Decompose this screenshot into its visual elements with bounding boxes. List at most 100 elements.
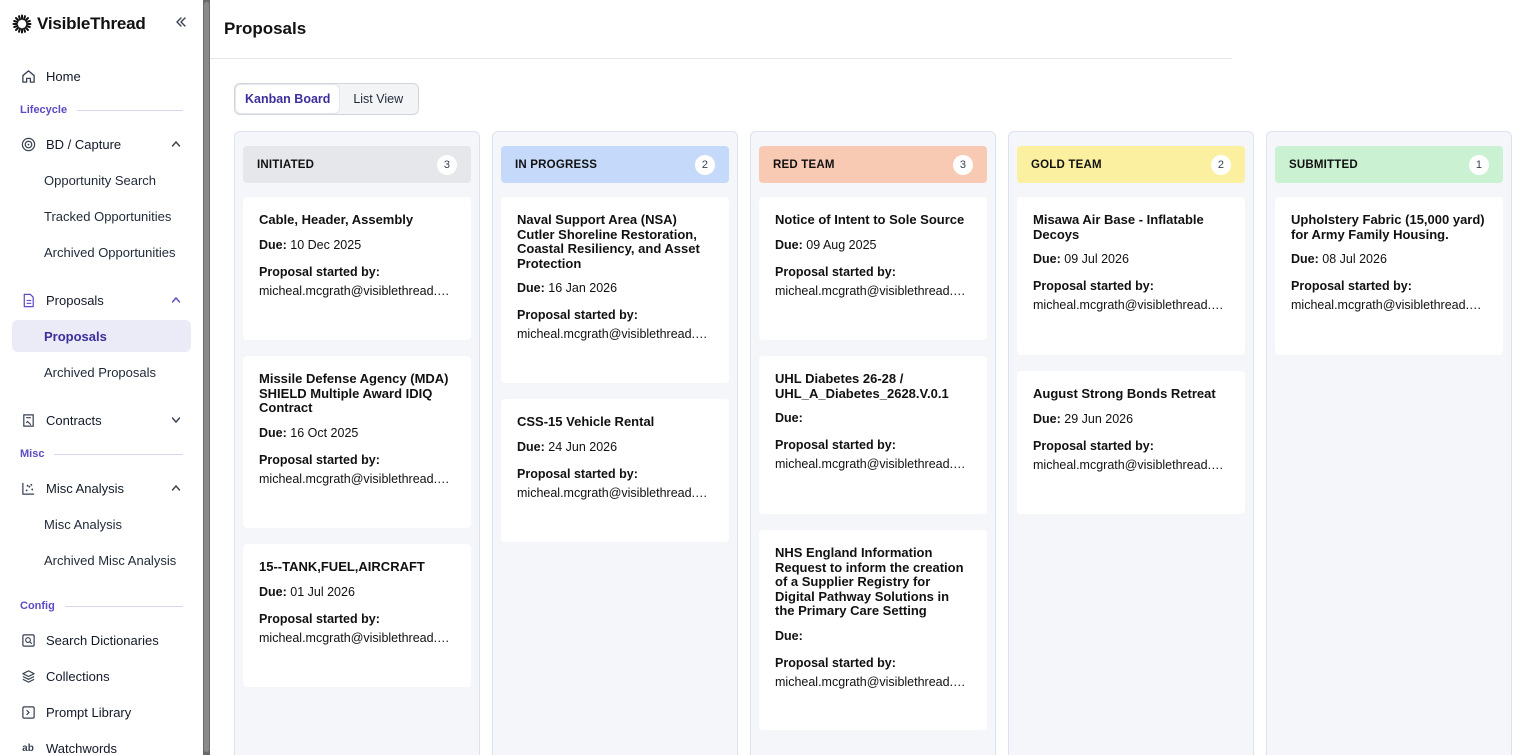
- proposal-card[interactable]: CSS-15 Vehicle Rental Due: 24 Jun 2026 P…: [501, 399, 729, 542]
- kanban-column-submitted: SUBMITTED 1 Upholstery Fabric (15,000 ya…: [1266, 131, 1512, 755]
- column-title: RED TEAM: [773, 158, 835, 171]
- card-title: Cable, Header, Assembly: [259, 212, 414, 227]
- document-icon: [20, 292, 36, 308]
- nav-archived-misc-analysis[interactable]: Archived Misc Analysis: [12, 544, 191, 576]
- chevron-up-icon[interactable]: [171, 295, 181, 305]
- section-lifecycle: Lifecycle: [20, 103, 183, 117]
- nav-search-dictionaries-label: Search Dictionaries: [46, 632, 159, 648]
- view-toggle: Kanban Board List View: [234, 83, 419, 115]
- logo-row: VisibleThread: [12, 12, 191, 36]
- dictionary-icon: [20, 632, 36, 648]
- sidebar-scrollbar[interactable]: [203, 0, 210, 755]
- due-date: 09 Jul 2026: [1064, 252, 1129, 266]
- card-due: Due: 10 Dec 2025: [259, 238, 455, 252]
- started-by-label: Proposal started by:: [259, 611, 380, 626]
- card-title: CSS-15 Vehicle Rental: [517, 414, 655, 429]
- nav-watchwords[interactable]: ab Watchwords: [12, 732, 191, 755]
- started-by-label: Proposal started by:: [1291, 279, 1412, 293]
- nav-bd-capture[interactable]: BD / Capture: [12, 128, 191, 160]
- started-by-label: Proposal started by:: [517, 466, 638, 481]
- ab-text-icon: ab: [22, 742, 34, 754]
- card-title: Misawa Air Base - Inflatable Decoys: [1033, 212, 1204, 242]
- nav-contracts[interactable]: Contracts: [12, 404, 191, 436]
- card-due: Due: 08 Jul 2026: [1291, 252, 1487, 266]
- column-header: INITIATED 3: [243, 146, 471, 183]
- nav-tracked-opportunities[interactable]: Tracked Opportunities: [12, 200, 191, 232]
- column-header: SUBMITTED 1: [1275, 146, 1503, 183]
- section-divider: [64, 605, 183, 607]
- started-by-label: Proposal started by:: [259, 452, 380, 467]
- due-date: 09 Aug 2025: [806, 237, 877, 252]
- proposal-card[interactable]: Missile Defense Agency (MDA) SHIELD Mult…: [243, 356, 471, 528]
- kanban-column-in-progress: IN PROGRESS 2 Naval Support Area (NSA) C…: [492, 131, 738, 755]
- due-label: Due:: [775, 237, 803, 252]
- scrollbar-thumb[interactable]: [204, 2, 209, 752]
- nav-search-dictionaries[interactable]: Search Dictionaries: [12, 624, 191, 656]
- due-label: Due:: [1033, 252, 1061, 266]
- nav-opportunity-search[interactable]: Opportunity Search: [12, 164, 191, 196]
- proposal-card[interactable]: Cable, Header, Assembly Due: 10 Dec 2025…: [243, 197, 471, 340]
- column-count-badge: 2: [695, 154, 715, 175]
- contract-icon: [20, 412, 36, 428]
- started-by-label: Proposal started by:: [259, 264, 380, 279]
- card-due: Due: 09 Jul 2026: [1033, 252, 1229, 266]
- started-by-label: Proposal started by:: [517, 308, 638, 322]
- proposal-card[interactable]: NHS England Information Request to infor…: [759, 530, 987, 730]
- due-label: Due:: [1033, 411, 1061, 426]
- proposal-card[interactable]: August Strong Bonds Retreat Due: 29 Jun …: [1017, 371, 1245, 514]
- due-date: 16 Jan 2026: [548, 281, 618, 295]
- card-due: Due: 16 Oct 2025: [259, 426, 455, 440]
- double-chevron-left-icon[interactable]: [171, 15, 191, 33]
- section-config-label: Config: [20, 600, 55, 612]
- nav-home-label: Home: [46, 68, 81, 84]
- started-by-email: micheal.mcgrath@visiblethread.com: [1291, 298, 1487, 312]
- card-due: Due:: [775, 411, 971, 425]
- proposal-card[interactable]: Upholstery Fabric (15,000 yard) for Army…: [1275, 197, 1503, 355]
- started-by-email: micheal.mcgrath@visiblethread.com: [259, 630, 455, 645]
- due-label: Due:: [517, 281, 545, 295]
- nav-archived-opportunities[interactable]: Archived Opportunities: [12, 236, 191, 268]
- nav-prompt-library[interactable]: Prompt Library: [12, 696, 191, 728]
- due-date: 10 Dec 2025: [290, 237, 362, 252]
- column-header: GOLD TEAM 2: [1017, 146, 1245, 183]
- proposal-card[interactable]: Naval Support Area (NSA) Cutler Shorelin…: [501, 197, 729, 383]
- column-title: INITIATED: [257, 158, 315, 171]
- kanban-board-tab[interactable]: Kanban Board: [236, 85, 340, 113]
- list-view-tab[interactable]: List View: [339, 85, 417, 113]
- card-title: Missile Defense Agency (MDA) SHIELD Mult…: [259, 371, 449, 415]
- prompt-icon: [20, 704, 36, 720]
- kanban-column-red-team: RED TEAM 3 Notice of Intent to Sole Sour…: [750, 131, 996, 755]
- proposal-card[interactable]: Notice of Intent to Sole Source Due: 09 …: [759, 197, 987, 340]
- nav-archived-proposals[interactable]: Archived Proposals: [12, 356, 191, 388]
- column-count-badge: 1: [1469, 154, 1489, 175]
- section-divider: [77, 109, 183, 111]
- card-title: August Strong Bonds Retreat: [1033, 386, 1216, 401]
- section-misc: Misc: [20, 447, 183, 461]
- card-title: 15--TANK,FUEL,AIRCRAFT: [259, 559, 425, 574]
- nav-proposals[interactable]: Proposals: [12, 284, 191, 316]
- proposal-card[interactable]: UHL Diabetes 26-28 / UHL_A_Diabetes_2628…: [759, 356, 987, 514]
- card-due: Due: 01 Jul 2026: [259, 585, 455, 599]
- started-by-email: micheal.mcgrath@visiblethread.com: [775, 457, 971, 471]
- column-title: GOLD TEAM: [1031, 158, 1102, 171]
- title-divider: [210, 58, 1232, 59]
- chevron-down-icon[interactable]: [171, 415, 181, 425]
- nav-proposals-label: Proposals: [46, 292, 104, 308]
- started-by-email: micheal.mcgrath@visiblethread.com: [259, 471, 455, 486]
- chevron-up-icon[interactable]: [171, 139, 181, 149]
- nav-proposals-list[interactable]: Proposals: [12, 320, 191, 352]
- nav-collections[interactable]: Collections: [12, 660, 191, 692]
- card-title: Naval Support Area (NSA) Cutler Shorelin…: [517, 212, 700, 271]
- proposal-card[interactable]: Misawa Air Base - Inflatable Decoys Due:…: [1017, 197, 1245, 355]
- chevron-up-icon[interactable]: [171, 483, 181, 493]
- proposal-card[interactable]: 15--TANK,FUEL,AIRCRAFT Due: 01 Jul 2026 …: [243, 544, 471, 687]
- page-title: Proposals: [224, 19, 307, 38]
- nav-misc-analysis[interactable]: Misc Analysis: [12, 472, 191, 504]
- started-by-label: Proposal started by:: [1033, 438, 1154, 453]
- card-title: Upholstery Fabric (15,000 yard) for Army…: [1291, 212, 1485, 242]
- due-label: Due:: [517, 439, 545, 454]
- nav-misc-analysis-list[interactable]: Misc Analysis: [12, 508, 191, 540]
- nav-home[interactable]: Home: [12, 60, 191, 92]
- due-label: Due:: [259, 584, 287, 599]
- due-label: Due:: [259, 425, 287, 440]
